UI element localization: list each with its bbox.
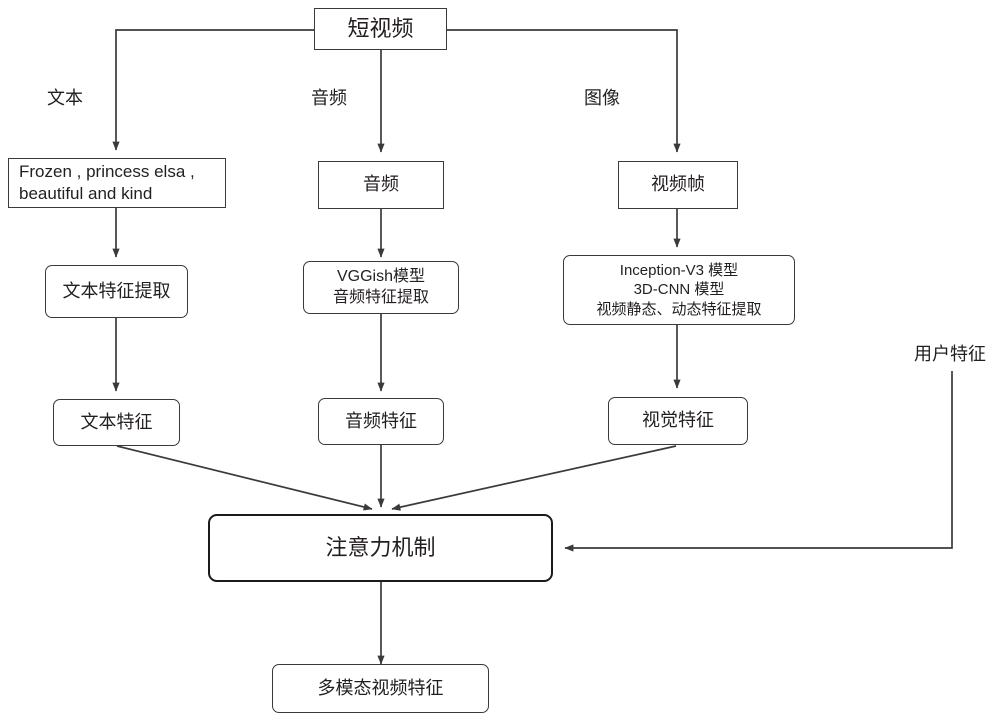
node-text-feature-extraction[interactable]: 文本特征提取: [45, 265, 188, 318]
node-text-raw[interactable]: Frozen , princess elsa , beautiful and k…: [8, 158, 226, 208]
node-audio-raw[interactable]: 音频: [318, 161, 444, 209]
node-text-feature[interactable]: 文本特征: [53, 399, 180, 446]
edge-label-image-branch: 图像: [584, 88, 620, 108]
node-visual-feature[interactable]: 视觉特征: [608, 397, 748, 445]
node-audio-feature[interactable]: 音频特征: [318, 398, 444, 445]
edge-visualfeature-to-attention: [391, 445, 677, 511]
node-attention-mechanism[interactable]: 注意力机制: [208, 514, 553, 582]
connector-layer: [112, 29, 953, 665]
node-audio-feature-extraction[interactable]: VGGish模型 音频特征提取: [303, 261, 459, 314]
node-multimodal-video-feature[interactable]: 多模态视频特征: [272, 664, 489, 713]
edge-label-text-branch: 文本: [47, 88, 83, 108]
node-video-frames[interactable]: 视频帧: [618, 161, 738, 209]
node-visual-feature-extraction[interactable]: Inception-V3 模型 3D-CNN 模型 视频静态、动态特征提取: [563, 255, 795, 325]
edge-source-to-text: [112, 29, 314, 151]
edge-textfeature-to-attention: [116, 445, 373, 511]
node-short-video[interactable]: 短视频: [314, 8, 447, 50]
edge-label-audio-branch: 音频: [311, 88, 347, 108]
edge-source-to-frames: [447, 29, 681, 153]
edge-label-user-feature: 用户特征: [914, 344, 986, 364]
diagram-canvas: 短视频 文本 音频 图像 用户特征 Frozen , princess elsa…: [0, 0, 1000, 722]
